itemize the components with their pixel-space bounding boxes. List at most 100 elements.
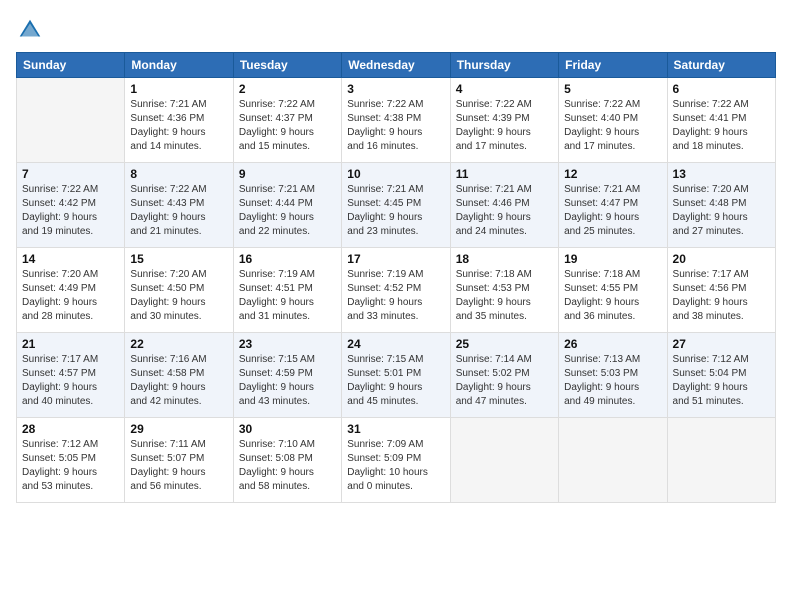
day-number: 25 (456, 337, 553, 351)
calendar-cell: 29Sunrise: 7:11 AMSunset: 5:07 PMDayligh… (125, 418, 233, 503)
day-info: Sunrise: 7:15 AMSunset: 4:59 PMDaylight:… (239, 353, 336, 409)
day-number: 22 (130, 337, 227, 351)
calendar-cell: 26Sunrise: 7:13 AMSunset: 5:03 PMDayligh… (559, 333, 667, 418)
calendar-cell: 18 Sunrise: 7:18 AMSunset: 4:53 PMDayligh… (450, 248, 558, 333)
calendar-cell: 4 Sunrise: 7:22 AMSunset: 4:39 PMDaylight… (450, 78, 558, 163)
logo-icon (16, 16, 44, 44)
calendar-cell: 16 Sunrise: 7:19 AMSunset: 4:51 PMDayligh… (233, 248, 341, 333)
calendar-cell: 23 Sunrise: 7:15 AMSunset: 4:59 PMDayligh… (233, 333, 341, 418)
day-info: Sunrise: 7:17 AMSunset: 4:57 PMDaylight:… (22, 353, 119, 409)
calendar-cell: 19Sunrise: 7:18 AMSunset: 4:55 PMDayligh… (559, 248, 667, 333)
day-number: 5 (564, 82, 661, 96)
day-number: 8 (130, 167, 227, 181)
calendar-cell: 24 Sunrise: 7:15 AMSunset: 5:01 PMDayligh… (342, 333, 450, 418)
day-info: Sunrise: 7:22 AMSunset: 4:39 PMDaylight:… (456, 98, 553, 154)
calendar-cell: 27 Sunrise: 7:12 AMSunset: 5:04 PMDayligh… (667, 333, 775, 418)
day-info: Sunrise: 7:15 AMSunset: 5:01 PMDaylight:… (347, 353, 444, 409)
day-header-friday: Friday (559, 53, 667, 78)
calendar-cell: 30 Sunrise: 7:10 AMSunset: 5:08 PMDayligh… (233, 418, 341, 503)
calendar-cell (450, 418, 558, 503)
calendar-cell: 10Sunrise: 7:21 AMSunset: 4:45 PMDayligh… (342, 163, 450, 248)
day-info: Sunrise: 7:21 AMSunset: 4:44 PMDaylight:… (239, 183, 336, 239)
calendar-header-row: SundayMondayTuesdayWednesdayThursdayFrid… (17, 53, 776, 78)
day-number: 11 (456, 167, 553, 181)
day-info: Sunrise: 7:19 AMSunset: 4:51 PMDaylight:… (239, 268, 336, 324)
day-info: Sunrise: 7:22 AMSunset: 4:37 PMDaylight:… (239, 98, 336, 154)
day-number: 24 (347, 337, 444, 351)
calendar-cell: 2Sunrise: 7:22 AMSunset: 4:37 PMDaylight… (233, 78, 341, 163)
day-info: Sunrise: 7:20 AMSunset: 4:48 PMDaylight:… (673, 183, 770, 239)
day-info: Sunrise: 7:20 AMSunset: 4:49 PMDaylight:… (22, 268, 119, 324)
day-info: Sunrise: 7:14 AMSunset: 5:02 PMDaylight:… (456, 353, 553, 409)
calendar-cell: 25 Sunrise: 7:14 AMSunset: 5:02 PMDayligh… (450, 333, 558, 418)
calendar-cell (559, 418, 667, 503)
calendar-cell: 11 Sunrise: 7:21 AMSunset: 4:46 PMDayligh… (450, 163, 558, 248)
calendar-cell: 17 Sunrise: 7:19 AMSunset: 4:52 PMDayligh… (342, 248, 450, 333)
day-number: 15 (130, 252, 227, 266)
day-header-wednesday: Wednesday (342, 53, 450, 78)
day-info: Sunrise: 7:22 AMSunset: 4:40 PMDaylight:… (564, 98, 661, 154)
day-header-monday: Monday (125, 53, 233, 78)
day-number: 27 (673, 337, 770, 351)
day-info: Sunrise: 7:22 AMSunset: 4:38 PMDaylight:… (347, 98, 444, 154)
calendar-week-row: 14 Sunrise: 7:20 AMSunset: 4:49 PMDayligh… (17, 248, 776, 333)
logo (16, 16, 48, 44)
day-header-saturday: Saturday (667, 53, 775, 78)
calendar-cell (17, 78, 125, 163)
day-number: 23 (239, 337, 336, 351)
calendar-cell: 22Sunrise: 7:16 AMSunset: 4:58 PMDayligh… (125, 333, 233, 418)
calendar-cell: 1 Sunrise: 7:21 AMSunset: 4:36 PMDaylight… (125, 78, 233, 163)
day-number: 31 (347, 422, 444, 436)
calendar-week-row: 1 Sunrise: 7:21 AMSunset: 4:36 PMDaylight… (17, 78, 776, 163)
page-header (16, 16, 776, 44)
day-number: 30 (239, 422, 336, 436)
day-number: 6 (673, 82, 770, 96)
day-info: Sunrise: 7:21 AMSunset: 4:46 PMDaylight:… (456, 183, 553, 239)
day-info: Sunrise: 7:12 AMSunset: 5:04 PMDaylight:… (673, 353, 770, 409)
day-info: Sunrise: 7:21 AMSunset: 4:36 PMDaylight:… (130, 98, 227, 154)
day-number: 16 (239, 252, 336, 266)
day-info: Sunrise: 7:20 AMSunset: 4:50 PMDaylight:… (130, 268, 227, 324)
day-number: 1 (130, 82, 227, 96)
calendar-cell (667, 418, 775, 503)
day-header-tuesday: Tuesday (233, 53, 341, 78)
calendar-cell: 7 Sunrise: 7:22 AMSunset: 4:42 PMDaylight… (17, 163, 125, 248)
day-number: 13 (673, 167, 770, 181)
calendar-week-row: 21 Sunrise: 7:17 AMSunset: 4:57 PMDayligh… (17, 333, 776, 418)
calendar-cell: 6Sunrise: 7:22 AMSunset: 4:41 PMDaylight… (667, 78, 775, 163)
day-number: 14 (22, 252, 119, 266)
calendar-cell: 31 Sunrise: 7:09 AMSunset: 5:09 PMDayligh… (342, 418, 450, 503)
day-number: 28 (22, 422, 119, 436)
day-number: 10 (347, 167, 444, 181)
day-number: 20 (673, 252, 770, 266)
day-info: Sunrise: 7:10 AMSunset: 5:08 PMDaylight:… (239, 438, 336, 494)
calendar-cell: 28 Sunrise: 7:12 AMSunset: 5:05 PMDayligh… (17, 418, 125, 503)
calendar-cell: 12 Sunrise: 7:21 AMSunset: 4:47 PMDayligh… (559, 163, 667, 248)
day-header-thursday: Thursday (450, 53, 558, 78)
day-info: Sunrise: 7:18 AMSunset: 4:53 PMDaylight:… (456, 268, 553, 324)
day-info: Sunrise: 7:22 AMSunset: 4:43 PMDaylight:… (130, 183, 227, 239)
day-info: Sunrise: 7:22 AMSunset: 4:42 PMDaylight:… (22, 183, 119, 239)
day-number: 4 (456, 82, 553, 96)
calendar-cell: 20Sunrise: 7:17 AMSunset: 4:56 PMDayligh… (667, 248, 775, 333)
calendar-week-row: 7 Sunrise: 7:22 AMSunset: 4:42 PMDaylight… (17, 163, 776, 248)
day-info: Sunrise: 7:21 AMSunset: 4:47 PMDaylight:… (564, 183, 661, 239)
calendar-cell: 8 Sunrise: 7:22 AMSunset: 4:43 PMDaylight… (125, 163, 233, 248)
calendar-cell: 14 Sunrise: 7:20 AMSunset: 4:49 PMDayligh… (17, 248, 125, 333)
calendar-cell: 3 Sunrise: 7:22 AMSunset: 4:38 PMDaylight… (342, 78, 450, 163)
calendar-cell: 15 Sunrise: 7:20 AMSunset: 4:50 PMDayligh… (125, 248, 233, 333)
day-number: 12 (564, 167, 661, 181)
day-number: 3 (347, 82, 444, 96)
day-number: 21 (22, 337, 119, 351)
day-info: Sunrise: 7:09 AMSunset: 5:09 PMDaylight:… (347, 438, 444, 494)
day-number: 29 (130, 422, 227, 436)
day-number: 17 (347, 252, 444, 266)
day-info: Sunrise: 7:19 AMSunset: 4:52 PMDaylight:… (347, 268, 444, 324)
day-header-sunday: Sunday (17, 53, 125, 78)
calendar-cell: 21 Sunrise: 7:17 AMSunset: 4:57 PMDayligh… (17, 333, 125, 418)
day-number: 18 (456, 252, 553, 266)
calendar-table: SundayMondayTuesdayWednesdayThursdayFrid… (16, 52, 776, 503)
day-info: Sunrise: 7:12 AMSunset: 5:05 PMDaylight:… (22, 438, 119, 494)
day-info: Sunrise: 7:18 AMSunset: 4:55 PMDaylight:… (564, 268, 661, 324)
day-number: 7 (22, 167, 119, 181)
